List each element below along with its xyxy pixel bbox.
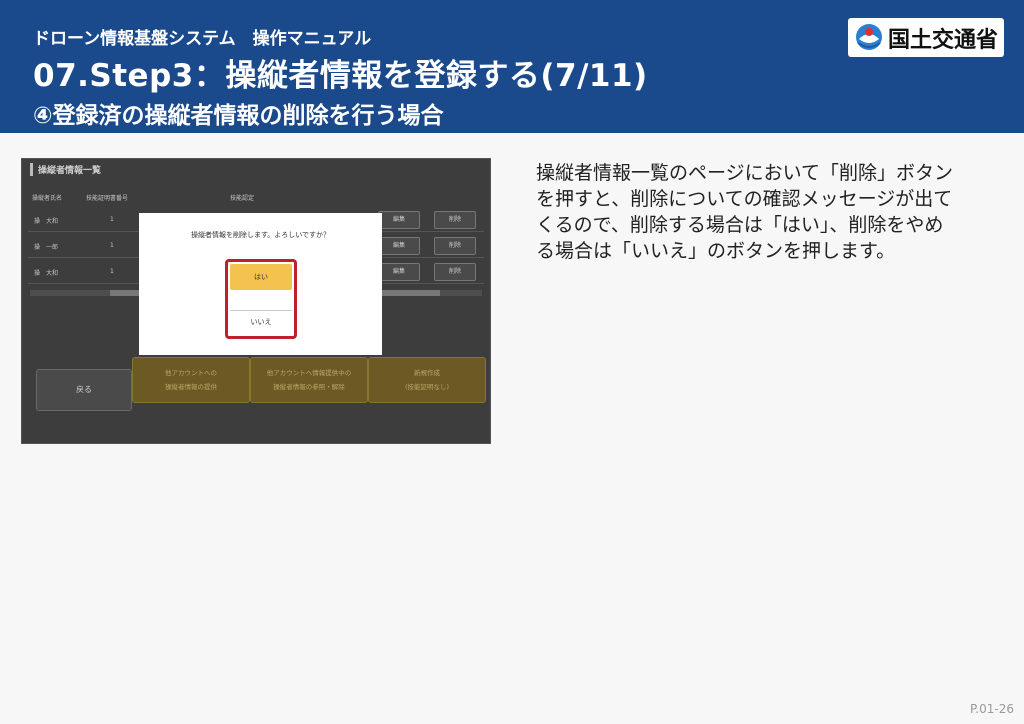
ministry-emblem-icon: [856, 24, 882, 50]
column-header-name: 操縦者氏名: [32, 195, 63, 202]
operator-name: 操 大和: [34, 218, 59, 225]
license-number: 1: [110, 216, 114, 223]
button-label-line: 他アカウントへの: [165, 369, 217, 377]
delete-button[interactable]: 削除: [434, 211, 476, 229]
operator-name: 操 一郎: [34, 244, 59, 251]
edit-button[interactable]: 編集: [378, 263, 420, 281]
license-number: 1: [110, 268, 114, 275]
dialog-message: 操縦者情報を削除します。よろしいですか？: [190, 231, 331, 239]
operator-name: 操 大和: [34, 270, 59, 277]
yes-button[interactable]: はい: [230, 264, 292, 290]
button-label-line: 操縦者情報の提供: [165, 383, 217, 391]
highlight-frame: はい いいえ: [225, 259, 297, 339]
page-title: 07.Step3：操縦者情報を登録する(7/11): [33, 58, 648, 94]
no-button[interactable]: いいえ: [230, 310, 292, 333]
column-header-skill: 技能認定: [230, 195, 255, 202]
new-create-button[interactable]: 新規作成 (技能証明なし): [368, 357, 486, 403]
button-label-line: (技能証明なし): [404, 383, 450, 391]
confirm-delete-dialog: 操縦者情報を削除します。よろしいですか？ はい いいえ: [139, 213, 382, 355]
description-line: 操縦者情報一覧のページにおいて「削除」ボタン: [536, 162, 954, 184]
system-name: ドローン情報基盤システム 操作マニュアル: [33, 29, 372, 49]
description-text: 操縦者情報一覧のページにおいて「削除」ボタン を押すと、削除についての確認メッセ…: [536, 160, 1006, 264]
column-header-number: 技能証明書番号: [86, 195, 129, 202]
ministry-name: 国土交通省: [888, 28, 999, 53]
page-subtitle: ④登録済の操縦者情報の削除を行う場合: [33, 103, 444, 129]
screenshot-panel: 操縦者情報一覧 操縦者氏名 技能証明書番号 技能認定 操 大和 1 編集 削除 …: [21, 158, 491, 444]
back-button[interactable]: 戻る: [36, 369, 132, 411]
reference-release-button[interactable]: 他アカウントへ情報提供中の 操縦者情報の参照・解除: [250, 357, 368, 403]
provide-info-button[interactable]: 他アカウントへの 操縦者情報の提供: [132, 357, 250, 403]
list-heading: 操縦者情報一覧: [30, 163, 101, 176]
description-line: を押すと、削除についての確認メッセージが出て: [536, 188, 953, 210]
delete-button[interactable]: 削除: [434, 263, 476, 281]
edit-button[interactable]: 編集: [378, 237, 420, 255]
license-number: 1: [110, 242, 114, 249]
description-line: る場合は「いいえ」のボタンを押します。: [536, 240, 896, 262]
header-bar: ドローン情報基盤システム 操作マニュアル 07.Step3：操縦者情報を登録する…: [0, 0, 1024, 133]
ministry-logo: 国土交通省: [848, 18, 1004, 57]
button-label-line: 他アカウントへ情報提供中の: [266, 369, 352, 377]
button-label-line: 操縦者情報の参照・解除: [273, 383, 345, 391]
description-line: くるので、削除する場合は「はい」、削除をやめ: [536, 214, 944, 236]
edit-button[interactable]: 編集: [378, 211, 420, 229]
page-number: P.01-26: [969, 702, 1014, 716]
button-label-line: 新規作成: [414, 369, 440, 377]
delete-button[interactable]: 削除: [434, 237, 476, 255]
